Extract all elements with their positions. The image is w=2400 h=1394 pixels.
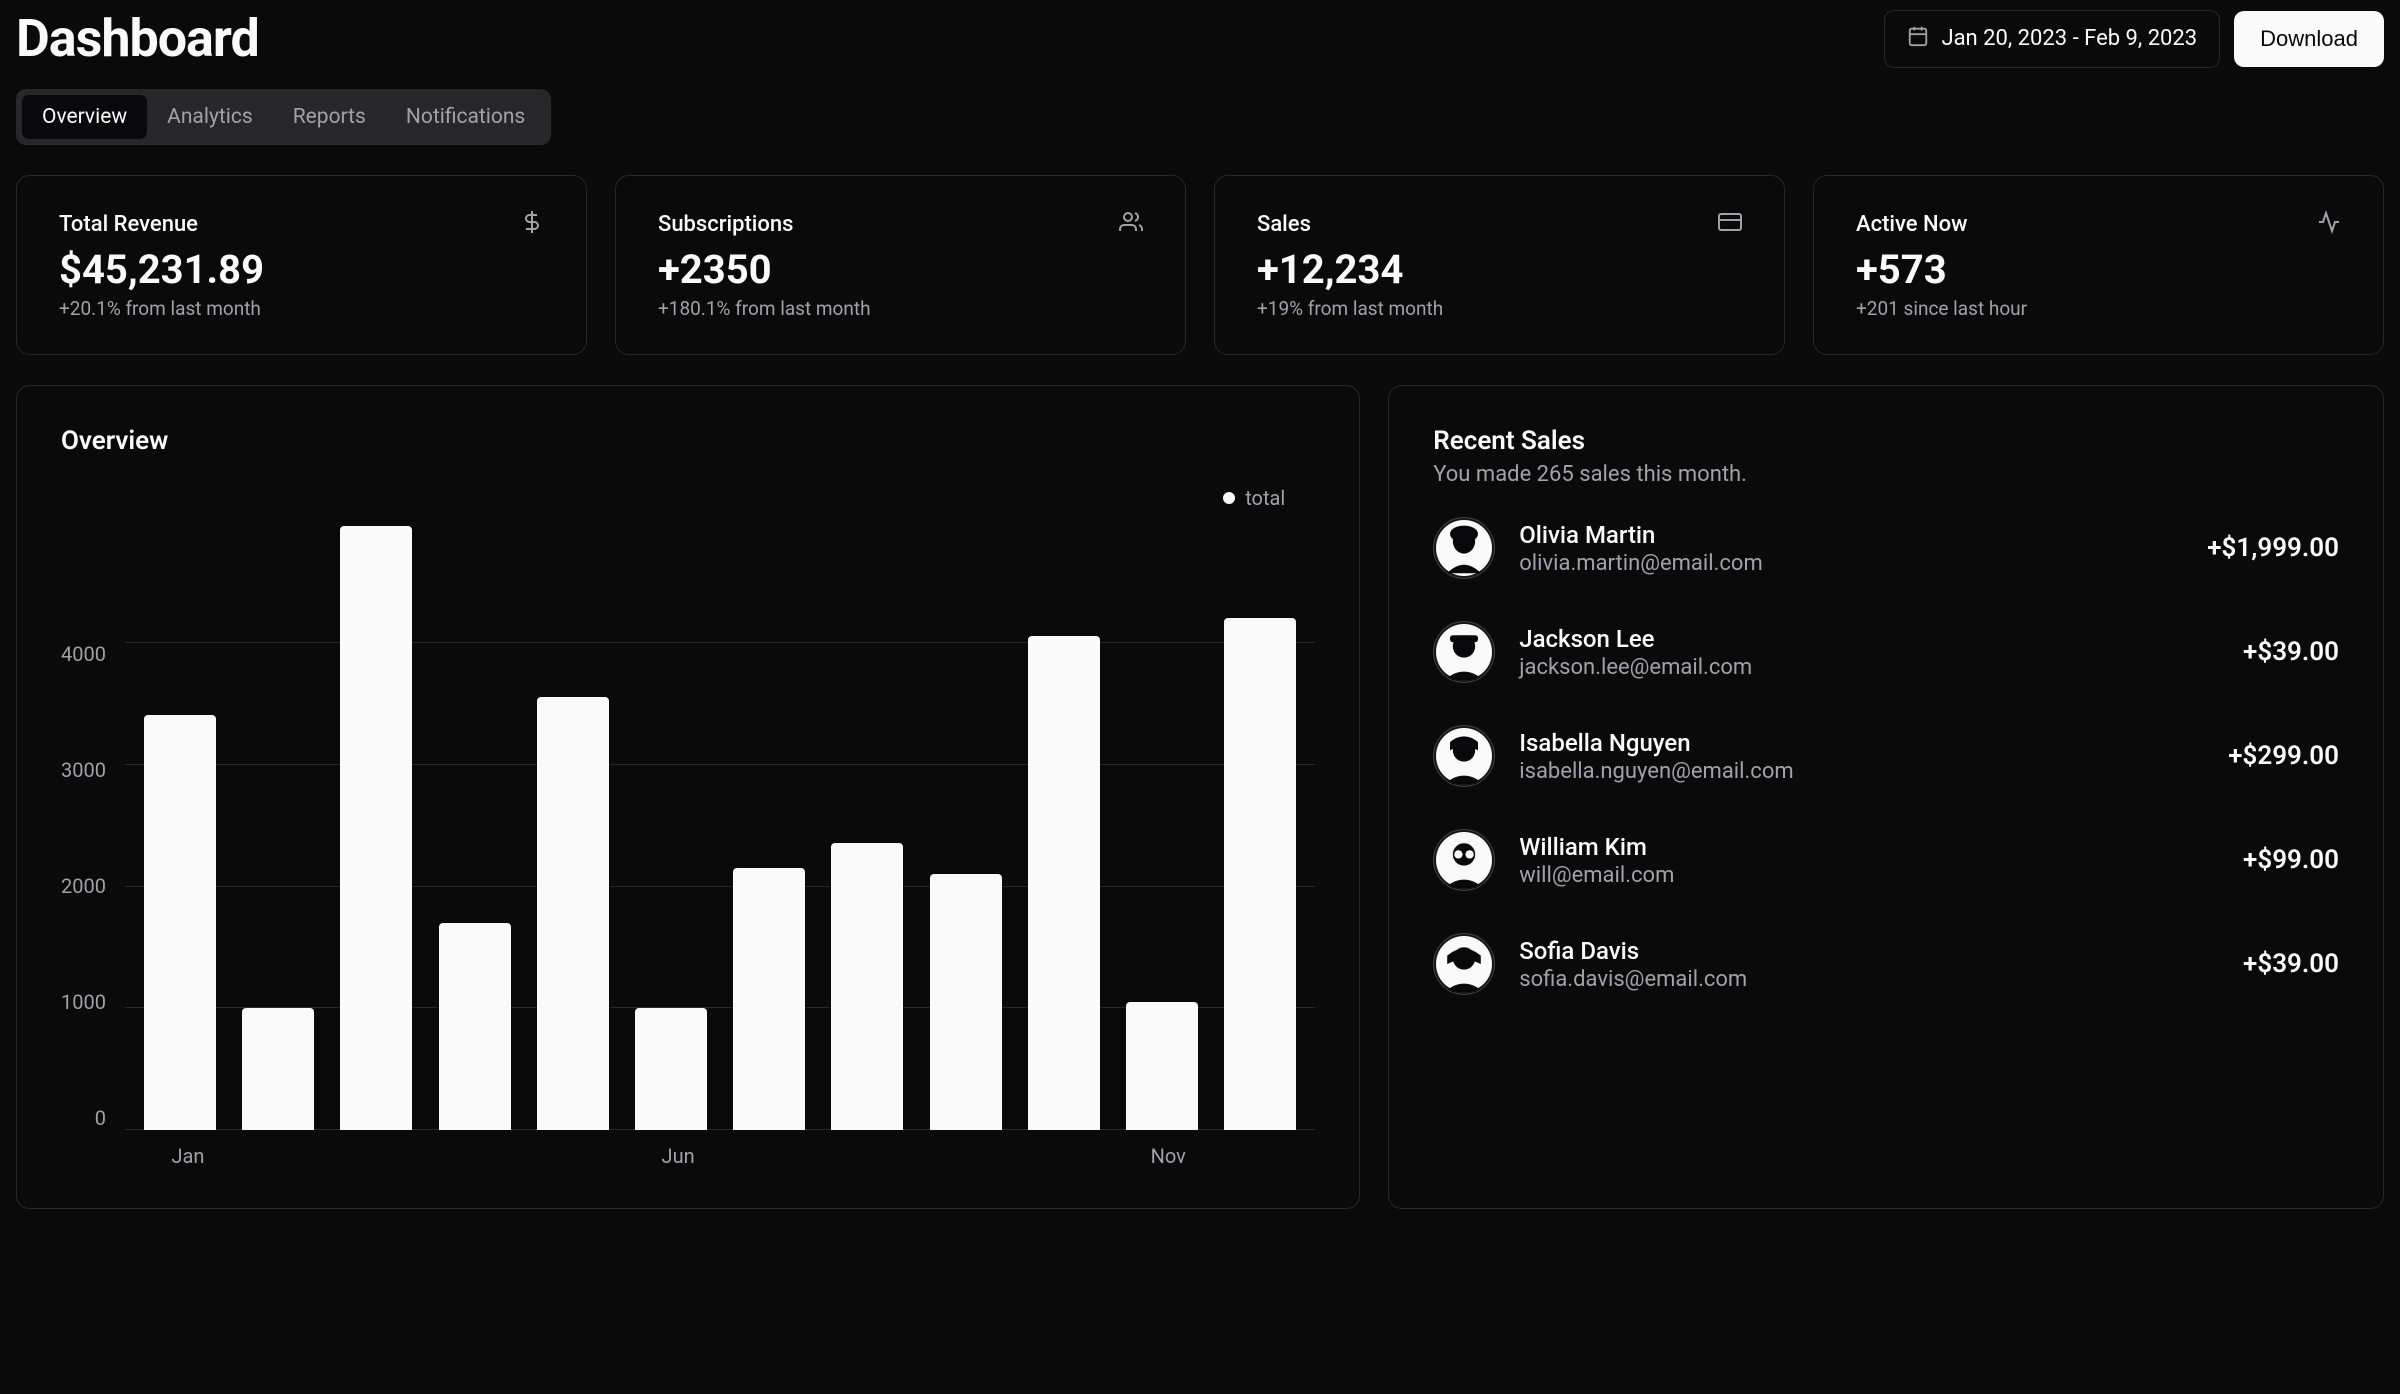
sale-info: Sofia Davissofia.davis@email.com [1519, 937, 2219, 992]
stat-sub: +201 since last hour [1856, 297, 2341, 320]
chart-wrap: total 4000 3000 2000 1000 0 Jan Jun Nov [61, 486, 1315, 1168]
overview-title: Overview [61, 426, 1315, 456]
overview-panel: Overview total 4000 3000 2000 1000 0 Jan Jun N… [16, 385, 1360, 1209]
avatar [1433, 933, 1495, 995]
sale-amount: +$299.00 [2228, 741, 2339, 771]
x-tick: Jun [662, 1144, 695, 1168]
sale-email: jackson.lee@email.com [1519, 655, 2219, 680]
sale-name: William Kim [1519, 833, 2219, 861]
x-tick: Jan [172, 1144, 205, 1168]
stat-value: +12,234 [1257, 246, 1742, 293]
sale-item: Olivia Martinolivia.martin@email.com +$1,… [1433, 517, 2339, 579]
sale-email: will@email.com [1519, 863, 2219, 888]
y-tick: 3000 [61, 758, 106, 782]
sale-item: Jackson Leejackson.lee@email.com +$39.00 [1433, 621, 2339, 683]
dollar-icon [520, 210, 544, 238]
legend-dot-icon [1223, 492, 1235, 504]
sale-email: sofia.davis@email.com [1519, 967, 2219, 992]
recent-sales-sub: You made 265 sales this month. [1433, 462, 2339, 487]
sale-name: Isabella Nguyen [1519, 729, 2204, 757]
sale-amount: +$39.00 [2243, 949, 2339, 979]
stat-card-sales: Sales +12,234 +19% from last month [1214, 175, 1785, 355]
stat-cards: Total Revenue $45,231.89 +20.1% from las… [16, 175, 2384, 355]
bar-aug [831, 843, 903, 1130]
y-tick: 2000 [61, 874, 106, 898]
stat-card-revenue: Total Revenue $45,231.89 +20.1% from las… [16, 175, 587, 355]
stat-value: +573 [1856, 246, 2341, 293]
recent-sales-panel: Recent Sales You made 265 sales this mon… [1388, 385, 2384, 1209]
bar-mar [340, 526, 412, 1130]
content-row: Overview total 4000 3000 2000 1000 0 Jan Jun N… [16, 385, 2384, 1209]
sale-info: William Kimwill@email.com [1519, 833, 2219, 888]
tab-overview[interactable]: Overview [22, 95, 147, 139]
recent-sales-title: Recent Sales [1433, 426, 2339, 456]
stat-value: +2350 [658, 246, 1143, 293]
credit-card-icon [1718, 210, 1742, 238]
bar-jul [733, 868, 805, 1130]
stat-sub: +180.1% from last month [658, 297, 1143, 320]
y-tick: 4000 [61, 642, 106, 666]
date-range-picker[interactable]: Jan 20, 2023 - Feb 9, 2023 [1884, 10, 2220, 68]
sale-info: Olivia Martinolivia.martin@email.com [1519, 521, 2183, 576]
sale-email: isabella.nguyen@email.com [1519, 759, 2204, 784]
avatar [1433, 829, 1495, 891]
bar-nov [1126, 1002, 1198, 1130]
date-range-label: Jan 20, 2023 - Feb 9, 2023 [1941, 26, 2197, 51]
bar-apr [439, 923, 511, 1130]
sale-item: William Kimwill@email.com +$99.00 [1433, 829, 2339, 891]
header-actions: Jan 20, 2023 - Feb 9, 2023 Download [1884, 10, 2384, 68]
avatar [1433, 517, 1495, 579]
chart-legend: total [61, 486, 1315, 510]
x-axis: Jan Jun Nov [139, 1144, 1315, 1168]
sales-list: Olivia Martinolivia.martin@email.com +$1,… [1433, 517, 2339, 995]
sale-name: Sofia Davis [1519, 937, 2219, 965]
download-button[interactable]: Download [2234, 11, 2384, 67]
sale-item: Isabella Nguyenisabella.nguyen@email.com… [1433, 725, 2339, 787]
x-tick: Nov [1151, 1144, 1186, 1168]
stat-sub: +20.1% from last month [59, 297, 544, 320]
tab-notifications[interactable]: Notifications [386, 95, 545, 139]
tabs: Overview Analytics Reports Notifications [16, 89, 551, 145]
legend-label: total [1245, 486, 1285, 510]
tab-analytics[interactable]: Analytics [147, 95, 273, 139]
bar-jan [144, 715, 216, 1130]
y-axis: 4000 3000 2000 1000 0 [61, 520, 124, 1130]
bar-chart: 4000 3000 2000 1000 0 [61, 520, 1315, 1130]
avatar [1433, 725, 1495, 787]
stat-title: Sales [1257, 212, 1311, 237]
stat-card-active: Active Now +573 +201 since last hour [1813, 175, 2384, 355]
bar-feb [242, 1008, 314, 1130]
stat-title: Total Revenue [59, 212, 198, 237]
bar-may [537, 697, 609, 1130]
bar-dec [1224, 618, 1296, 1130]
y-tick: 0 [95, 1106, 106, 1130]
calendar-icon [1907, 25, 1929, 53]
sale-name: Olivia Martin [1519, 521, 2183, 549]
tab-reports[interactable]: Reports [273, 95, 386, 139]
users-icon [1119, 210, 1143, 238]
sale-email: olivia.martin@email.com [1519, 551, 2183, 576]
activity-icon [2317, 210, 2341, 238]
y-tick: 1000 [61, 990, 106, 1014]
sale-amount: +$99.00 [2243, 845, 2339, 875]
stat-sub: +19% from last month [1257, 297, 1742, 320]
sale-amount: +$39.00 [2243, 637, 2339, 667]
bar-sep [930, 874, 1002, 1130]
stat-card-subscriptions: Subscriptions +2350 +180.1% from last mo… [615, 175, 1186, 355]
sale-info: Jackson Leejackson.lee@email.com [1519, 625, 2219, 680]
stat-title: Active Now [1856, 212, 1967, 237]
page-title: Dashboard [16, 8, 259, 69]
sale-item: Sofia Davissofia.davis@email.com +$39.00 [1433, 933, 2339, 995]
stat-title: Subscriptions [658, 212, 793, 237]
avatar [1433, 621, 1495, 683]
bars-container [125, 520, 1315, 1130]
sale-info: Isabella Nguyenisabella.nguyen@email.com [1519, 729, 2204, 784]
chart-area [124, 520, 1315, 1130]
sale-amount: +$1,999.00 [2207, 533, 2339, 563]
header-row: Dashboard Jan 20, 2023 - Feb 9, 2023 Dow… [16, 8, 2384, 69]
stat-value: $45,231.89 [59, 246, 544, 293]
bar-jun [635, 1008, 707, 1130]
bar-oct [1028, 636, 1100, 1130]
sale-name: Jackson Lee [1519, 625, 2219, 653]
